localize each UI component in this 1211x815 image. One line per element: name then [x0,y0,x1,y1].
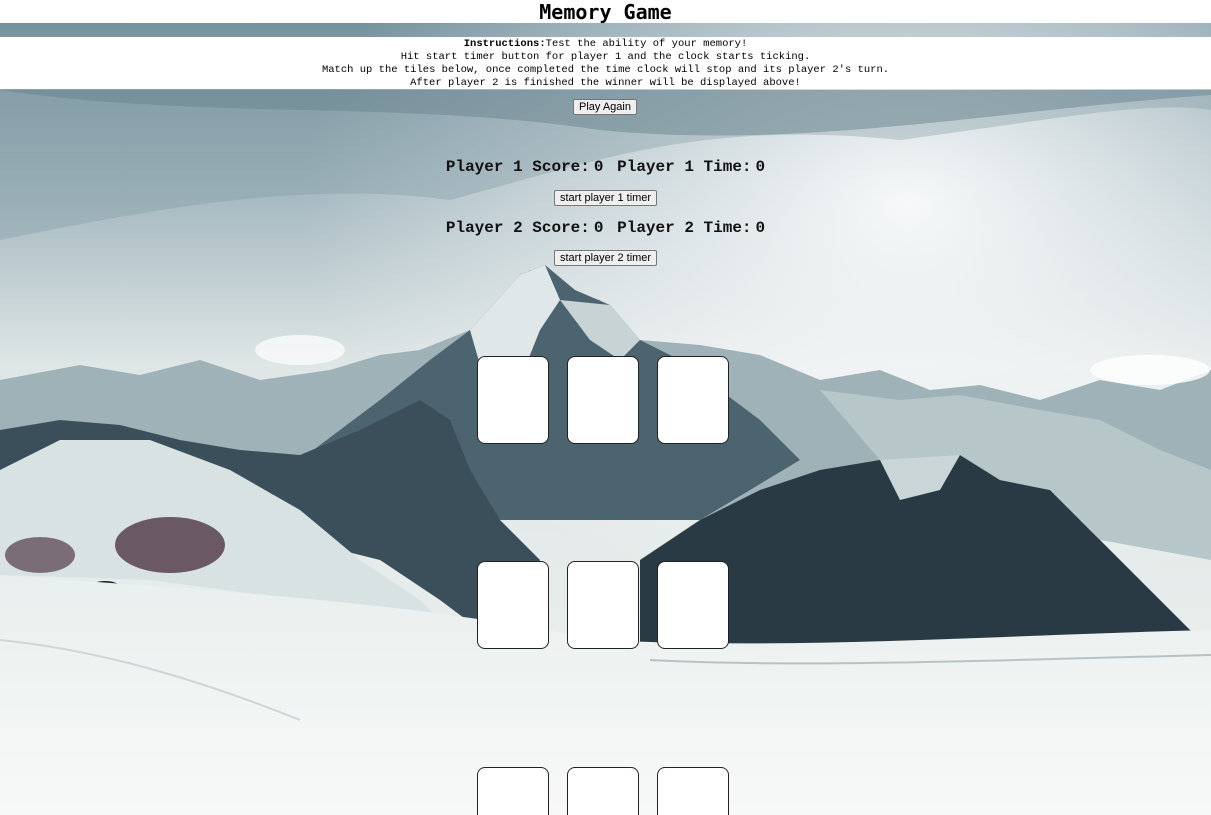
instructions-line-2: Hit start timer button for player 1 and … [400,51,811,63]
title-bar: Memory Game [0,0,1211,24]
memory-tile[interactable] [477,767,549,815]
instructions-line-1: Instructions:Test the ability of your me… [0,38,1211,51]
play-again-button[interactable]: Play Again [573,99,637,115]
memory-tile[interactable] [477,561,549,649]
memory-tile[interactable] [567,767,639,815]
player-2-score-label: Player 2 Score: [445,219,590,237]
memory-tile[interactable] [657,356,729,444]
player-1-time-value: 0 [755,158,766,176]
player-1-stats: Player 1 Score: 0 Player 1 Time: 0 [0,157,1211,177]
start-player-1-timer-button[interactable]: start player 1 timer [554,190,658,206]
instructions-label: Instructions: [463,38,546,50]
player-1-score-value: 0 [593,158,604,176]
player-1-time-label: Player 1 Time: [617,158,752,176]
player-1-score-label: Player 1 Score: [445,158,590,176]
memory-tile[interactable] [657,767,729,815]
instructions-text-1: Test the ability of your memory! [545,38,748,50]
memory-tile[interactable] [657,561,729,649]
player-2-score-value: 0 [593,219,604,237]
memory-tile[interactable] [477,356,549,444]
instructions-line-3: Match up the tiles below, once completed… [321,64,890,76]
player-2-time-label: Player 2 Time: [617,219,752,237]
page-title: Memory Game [539,0,672,24]
instructions-panel: Instructions:Test the ability of your me… [0,37,1211,89]
memory-tile[interactable] [567,561,639,649]
memory-tile[interactable] [567,356,639,444]
instructions-line-4: After player 2 is finished the winner wi… [410,77,801,89]
player-2-stats: Player 2 Score: 0 Player 2 Time: 0 [0,218,1211,238]
player-2-time-value: 0 [755,219,766,237]
start-player-2-timer-button[interactable]: start player 2 timer [554,250,658,266]
